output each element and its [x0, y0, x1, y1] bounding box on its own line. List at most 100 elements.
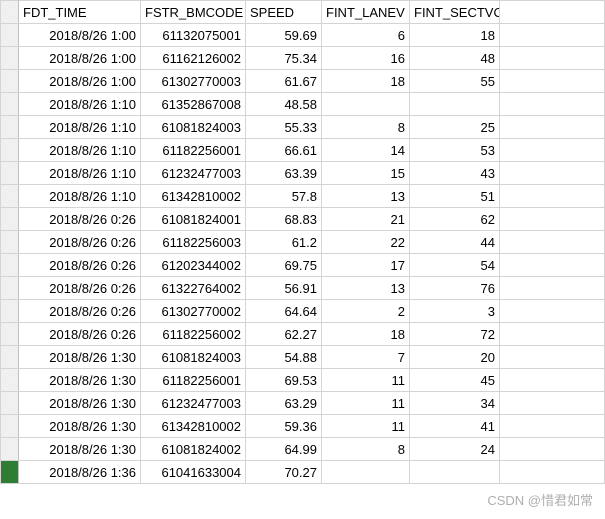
table-row[interactable]: 2018/8/26 1:006130277000361.671855 — [1, 70, 605, 93]
table-row[interactable]: 2018/8/26 0:266120234400269.751754 — [1, 254, 605, 277]
table-row[interactable]: 2018/8/26 1:106123247700363.391543 — [1, 162, 605, 185]
row-number-cell[interactable] — [1, 93, 19, 116]
cell-time[interactable]: 2018/8/26 1:00 — [19, 47, 141, 70]
cell-speed[interactable]: 59.36 — [246, 415, 322, 438]
cell-extra[interactable] — [500, 162, 605, 185]
cell-lane[interactable]: 6 — [322, 24, 410, 47]
table-row[interactable]: 2018/8/26 1:006116212600275.341648 — [1, 47, 605, 70]
table-row[interactable]: 2018/8/26 1:306123247700363.291134 — [1, 392, 605, 415]
row-number-cell[interactable] — [1, 346, 19, 369]
cell-bmcode[interactable]: 61302770003 — [141, 70, 246, 93]
cell-extra[interactable] — [500, 415, 605, 438]
cell-extra[interactable] — [500, 369, 605, 392]
table-row[interactable]: 2018/8/26 0:266108182400168.832162 — [1, 208, 605, 231]
header-speed[interactable]: SPEED — [246, 1, 322, 24]
row-number-cell[interactable] — [1, 415, 19, 438]
cell-extra[interactable] — [500, 47, 605, 70]
cell-lane[interactable]: 13 — [322, 185, 410, 208]
cell-lane[interactable]: 8 — [322, 116, 410, 139]
header-time[interactable]: FDT_TIME — [19, 1, 141, 24]
cell-lane[interactable]: 11 — [322, 392, 410, 415]
header-sect[interactable]: FINT_SECTVOLUME — [410, 1, 500, 24]
cell-speed[interactable]: 64.64 — [246, 300, 322, 323]
table-row[interactable]: 2018/8/26 0:266118225600361.22244 — [1, 231, 605, 254]
cell-time[interactable]: 2018/8/26 1:10 — [19, 139, 141, 162]
table-row[interactable]: 2018/8/26 1:306108182400354.88720 — [1, 346, 605, 369]
table-row[interactable]: 2018/8/26 1:366104163300470.27 — [1, 461, 605, 484]
cell-bmcode[interactable]: 61182256001 — [141, 139, 246, 162]
cell-sect[interactable]: 44 — [410, 231, 500, 254]
row-number-cell[interactable] — [1, 116, 19, 139]
cell-time[interactable]: 2018/8/26 1:30 — [19, 438, 141, 461]
cell-sect[interactable]: 25 — [410, 116, 500, 139]
cell-time[interactable]: 2018/8/26 1:36 — [19, 461, 141, 484]
cell-lane[interactable]: 18 — [322, 323, 410, 346]
row-number-cell[interactable] — [1, 277, 19, 300]
table-row[interactable]: 2018/8/26 1:006113207500159.69618 — [1, 24, 605, 47]
cell-extra[interactable] — [500, 300, 605, 323]
row-number-cell[interactable] — [1, 438, 19, 461]
cell-time[interactable]: 2018/8/26 1:30 — [19, 369, 141, 392]
cell-time[interactable]: 2018/8/26 0:26 — [19, 277, 141, 300]
cell-time[interactable]: 2018/8/26 1:30 — [19, 415, 141, 438]
cell-lane[interactable]: 7 — [322, 346, 410, 369]
cell-bmcode[interactable]: 61081824001 — [141, 208, 246, 231]
cell-speed[interactable]: 63.29 — [246, 392, 322, 415]
cell-extra[interactable] — [500, 346, 605, 369]
cell-bmcode[interactable]: 61342810002 — [141, 185, 246, 208]
cell-sect[interactable]: 24 — [410, 438, 500, 461]
cell-bmcode[interactable]: 61322764002 — [141, 277, 246, 300]
row-number-cell[interactable] — [1, 208, 19, 231]
cell-speed[interactable]: 54.88 — [246, 346, 322, 369]
cell-extra[interactable] — [500, 438, 605, 461]
cell-speed[interactable]: 56.91 — [246, 277, 322, 300]
cell-speed[interactable]: 63.39 — [246, 162, 322, 185]
cell-speed[interactable]: 69.75 — [246, 254, 322, 277]
cell-extra[interactable] — [500, 185, 605, 208]
cell-extra[interactable] — [500, 93, 605, 116]
row-number-cell[interactable] — [1, 70, 19, 93]
cell-bmcode[interactable]: 61182256001 — [141, 369, 246, 392]
cell-bmcode[interactable]: 61162126002 — [141, 47, 246, 70]
cell-lane[interactable]: 15 — [322, 162, 410, 185]
cell-sect[interactable]: 62 — [410, 208, 500, 231]
cell-extra[interactable] — [500, 254, 605, 277]
cell-time[interactable]: 2018/8/26 1:00 — [19, 70, 141, 93]
cell-sect[interactable] — [410, 461, 500, 484]
row-number-cell[interactable] — [1, 300, 19, 323]
cell-extra[interactable] — [500, 392, 605, 415]
cell-extra[interactable] — [500, 70, 605, 93]
cell-lane[interactable]: 21 — [322, 208, 410, 231]
data-grid[interactable]: FDT_TIME FSTR_BMCODE SPEED FINT_LANEV FI… — [0, 0, 605, 484]
cell-extra[interactable] — [500, 139, 605, 162]
cell-speed[interactable]: 69.53 — [246, 369, 322, 392]
cell-time[interactable]: 2018/8/26 1:00 — [19, 24, 141, 47]
cell-sect[interactable]: 48 — [410, 47, 500, 70]
cell-time[interactable]: 2018/8/26 1:10 — [19, 185, 141, 208]
cell-sect[interactable]: 18 — [410, 24, 500, 47]
cell-bmcode[interactable]: 61232477003 — [141, 162, 246, 185]
cell-lane[interactable]: 13 — [322, 277, 410, 300]
table-row[interactable]: 2018/8/26 0:266118225600262.271872 — [1, 323, 605, 346]
cell-bmcode[interactable]: 61041633004 — [141, 461, 246, 484]
cell-lane[interactable]: 8 — [322, 438, 410, 461]
cell-speed[interactable]: 64.99 — [246, 438, 322, 461]
row-number-cell[interactable] — [1, 139, 19, 162]
cell-speed[interactable]: 62.27 — [246, 323, 322, 346]
header-bmcode[interactable]: FSTR_BMCODE — [141, 1, 246, 24]
cell-bmcode[interactable]: 61132075001 — [141, 24, 246, 47]
cell-sect[interactable]: 20 — [410, 346, 500, 369]
cell-lane[interactable] — [322, 461, 410, 484]
cell-sect[interactable]: 45 — [410, 369, 500, 392]
cell-sect[interactable]: 53 — [410, 139, 500, 162]
cell-bmcode[interactable]: 61182256002 — [141, 323, 246, 346]
cell-time[interactable]: 2018/8/26 0:26 — [19, 254, 141, 277]
cell-extra[interactable] — [500, 461, 605, 484]
cell-extra[interactable] — [500, 277, 605, 300]
cell-time[interactable]: 2018/8/26 0:26 — [19, 208, 141, 231]
cell-time[interactable]: 2018/8/26 1:10 — [19, 116, 141, 139]
cell-lane[interactable]: 16 — [322, 47, 410, 70]
cell-speed[interactable]: 57.8 — [246, 185, 322, 208]
cell-extra[interactable] — [500, 116, 605, 139]
cell-lane[interactable] — [322, 93, 410, 116]
